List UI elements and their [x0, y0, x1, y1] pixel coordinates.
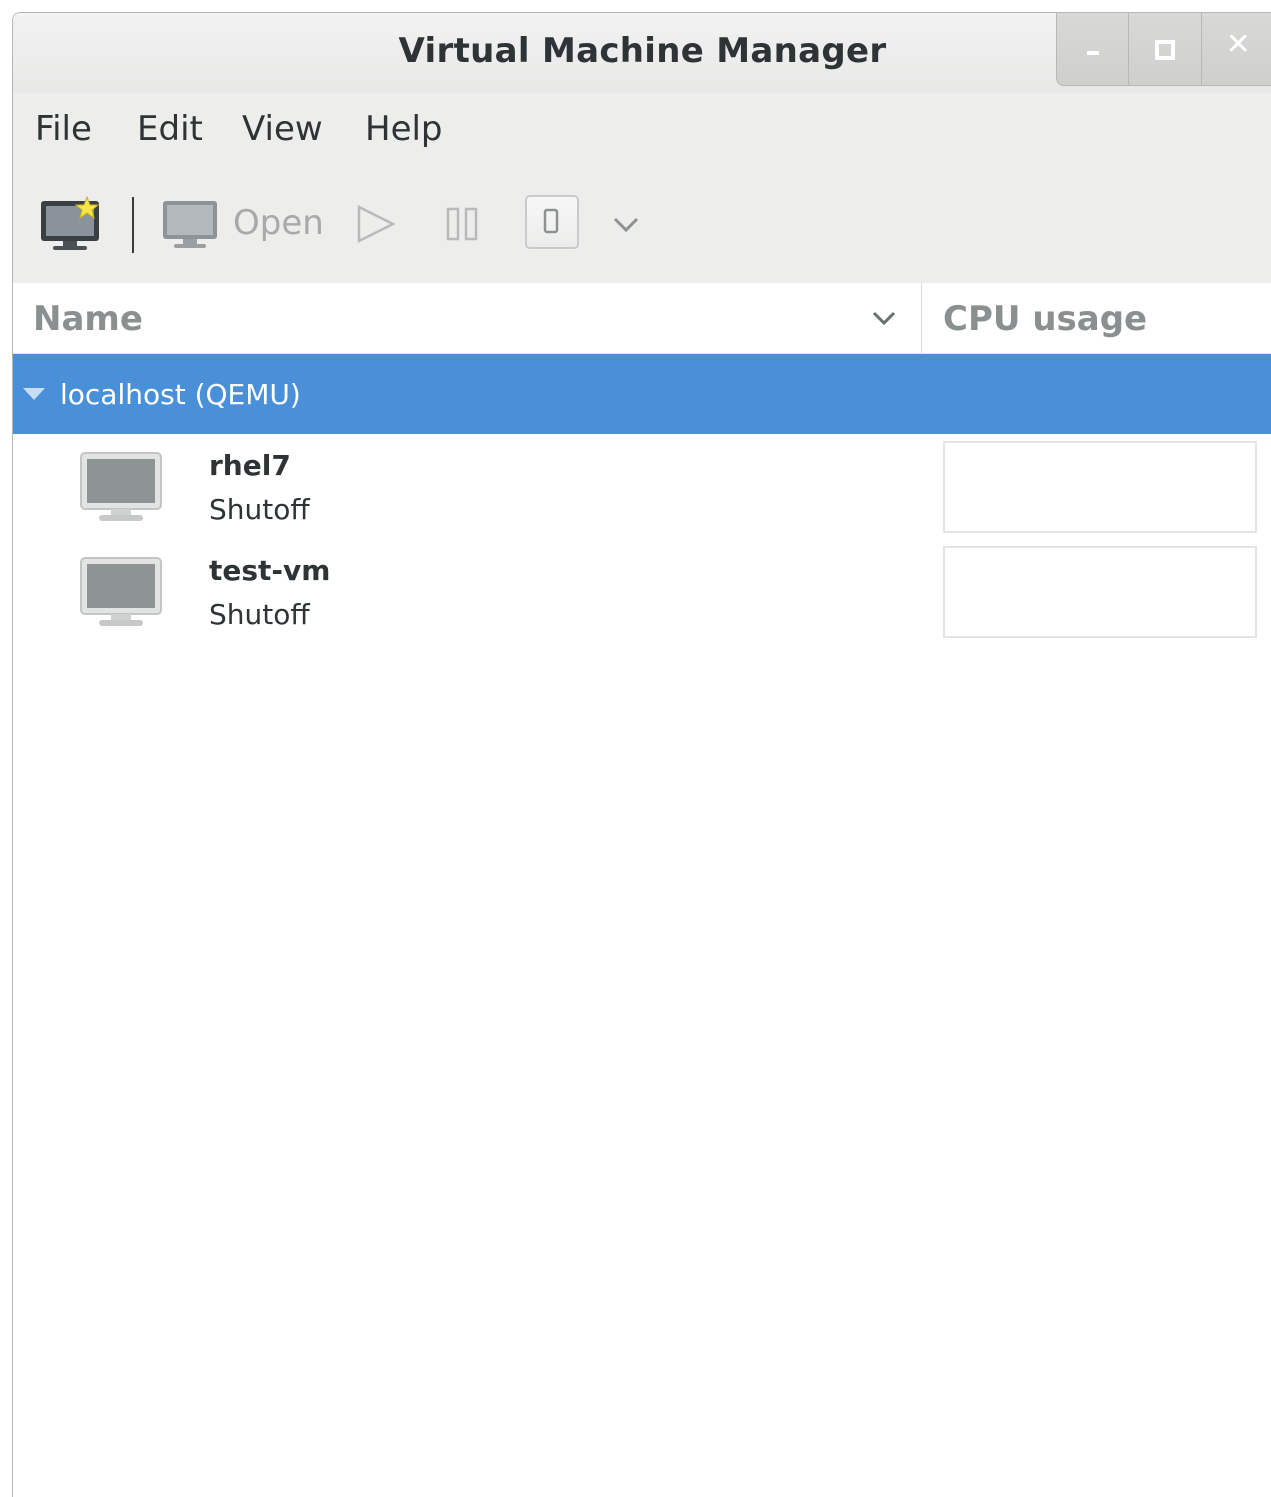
sort-chevron-icon[interactable] [869, 303, 899, 333]
expander-triangle-icon[interactable] [21, 384, 47, 404]
toolbar-separator [132, 197, 134, 253]
new-vm-icon [41, 195, 100, 250]
shutdown-icon [543, 208, 559, 234]
toolbar: Open [13, 169, 1271, 283]
connection-label: localhost (QEMU) [60, 378, 301, 411]
close-button[interactable]: ✕ [1200, 13, 1271, 85]
title-bar[interactable]: Virtual Machine Manager ✕ [13, 13, 1271, 93]
vm-monitor-icon [80, 452, 162, 521]
vm-name: rhel7 [209, 449, 291, 482]
play-icon [357, 204, 396, 244]
vm-status: Shutoff [209, 598, 310, 631]
vm-row-test-vm[interactable]: test-vm Shutoff [13, 540, 1271, 645]
column-cpu-header[interactable]: CPU usage [943, 299, 1147, 339]
new-vm-button[interactable] [39, 195, 103, 255]
vm-name: test-vm [209, 554, 331, 587]
monitor-icon [163, 201, 217, 248]
maximize-icon [1155, 40, 1176, 60]
menu-view[interactable]: View [242, 109, 323, 149]
close-icon: ✕ [1225, 27, 1251, 62]
minimize-button[interactable] [1057, 13, 1128, 85]
column-header: Name CPU usage [13, 283, 1271, 354]
shutdown-menu-button[interactable] [609, 207, 643, 241]
open-label: Open [233, 203, 324, 243]
menu-edit[interactable]: Edit [137, 109, 203, 149]
vm-row-rhel7[interactable]: rhel7 Shutoff [13, 435, 1271, 540]
shutdown-button[interactable] [525, 195, 579, 249]
cpu-usage-graph [943, 546, 1257, 638]
minimize-icon [1087, 51, 1099, 55]
menu-file[interactable]: File [35, 109, 92, 149]
menu-bar: File Edit View Help [13, 93, 1271, 169]
open-button[interactable]: Open [161, 193, 331, 255]
column-name-header[interactable]: Name [33, 299, 143, 339]
maximize-button[interactable] [1128, 13, 1200, 85]
pause-icon [446, 207, 478, 241]
main-window: Virtual Machine Manager ✕ File Edit View… [12, 12, 1271, 1497]
cpu-usage-graph [943, 441, 1257, 533]
vm-status: Shutoff [209, 493, 310, 526]
run-button[interactable] [353, 201, 399, 247]
menu-help[interactable]: Help [365, 109, 443, 149]
vm-list-empty-area[interactable] [13, 645, 1271, 1497]
chevron-down-icon [613, 217, 639, 233]
window-controls: ✕ [1056, 13, 1271, 86]
vm-monitor-icon [80, 557, 162, 626]
connection-row[interactable]: localhost (QEMU) [13, 354, 1271, 434]
column-separator[interactable] [921, 283, 922, 353]
pause-button[interactable] [443, 203, 483, 245]
